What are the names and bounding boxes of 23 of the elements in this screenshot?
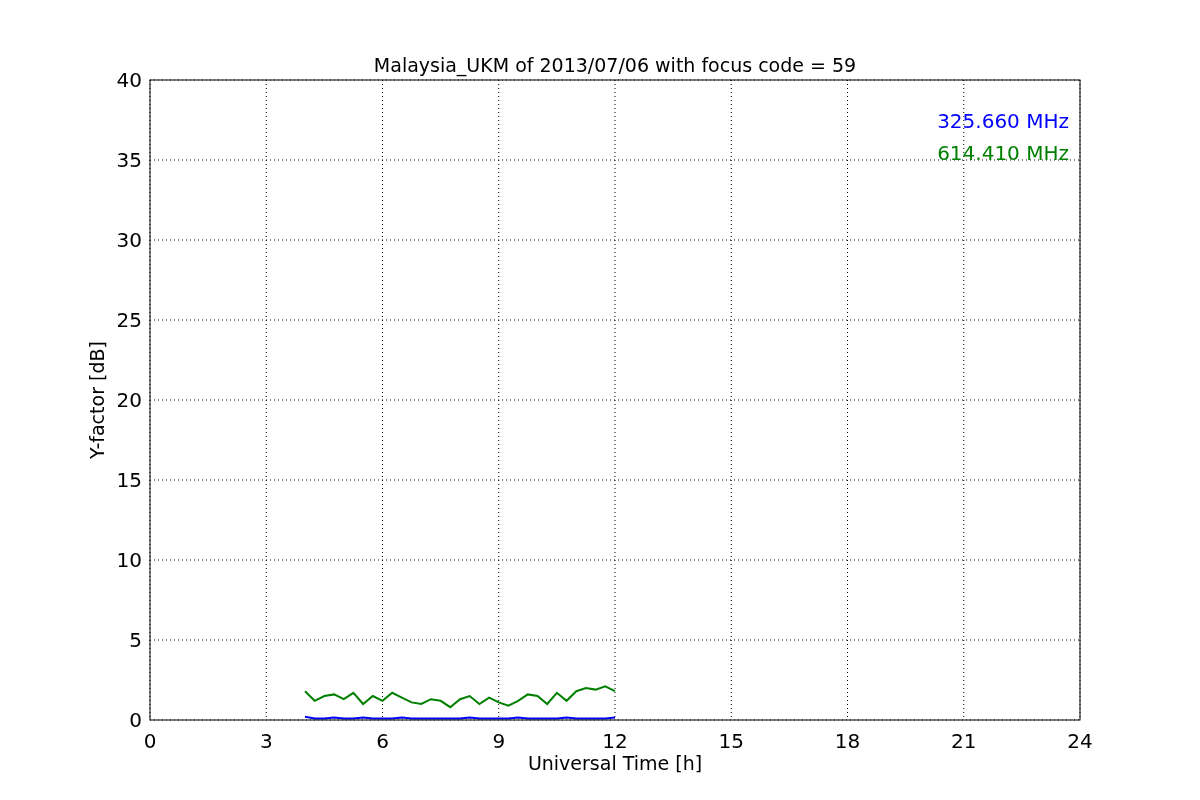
y-tick-label: 40 xyxy=(116,68,142,92)
legend-label: 325.660 MHz xyxy=(937,109,1069,133)
x-tick-label: 0 xyxy=(143,729,157,753)
y-tick-label: 35 xyxy=(116,148,142,172)
legend-label: 614.410 MHz xyxy=(937,141,1069,165)
x-tick-label: 6 xyxy=(376,729,389,753)
x-tick-label: 21 xyxy=(951,729,977,753)
x-tick-label: 12 xyxy=(602,729,628,753)
y-axis-label: Y-factor [dB] xyxy=(86,341,108,459)
x-axis-label: Universal Time [h] xyxy=(527,752,703,774)
x-tick-label: 15 xyxy=(718,729,744,753)
x-tick-label: 9 xyxy=(492,729,506,753)
y-tick-label: 30 xyxy=(116,228,142,252)
y-tick-label: 25 xyxy=(116,308,142,332)
x-tick-label: 24 xyxy=(1067,729,1093,753)
x-tick-label: 3 xyxy=(259,729,273,753)
y-tick-label: 15 xyxy=(116,468,142,492)
y-tick-label: 5 xyxy=(129,628,142,652)
chart-title: Malaysia_UKM of 2013/07/06 with focus code = 59 xyxy=(373,54,857,76)
y-tick-label: 10 xyxy=(116,548,142,572)
y-tick-label: 0 xyxy=(129,708,142,732)
x-tick-label: 18 xyxy=(834,729,861,753)
y-tick-label: 20 xyxy=(116,388,142,412)
